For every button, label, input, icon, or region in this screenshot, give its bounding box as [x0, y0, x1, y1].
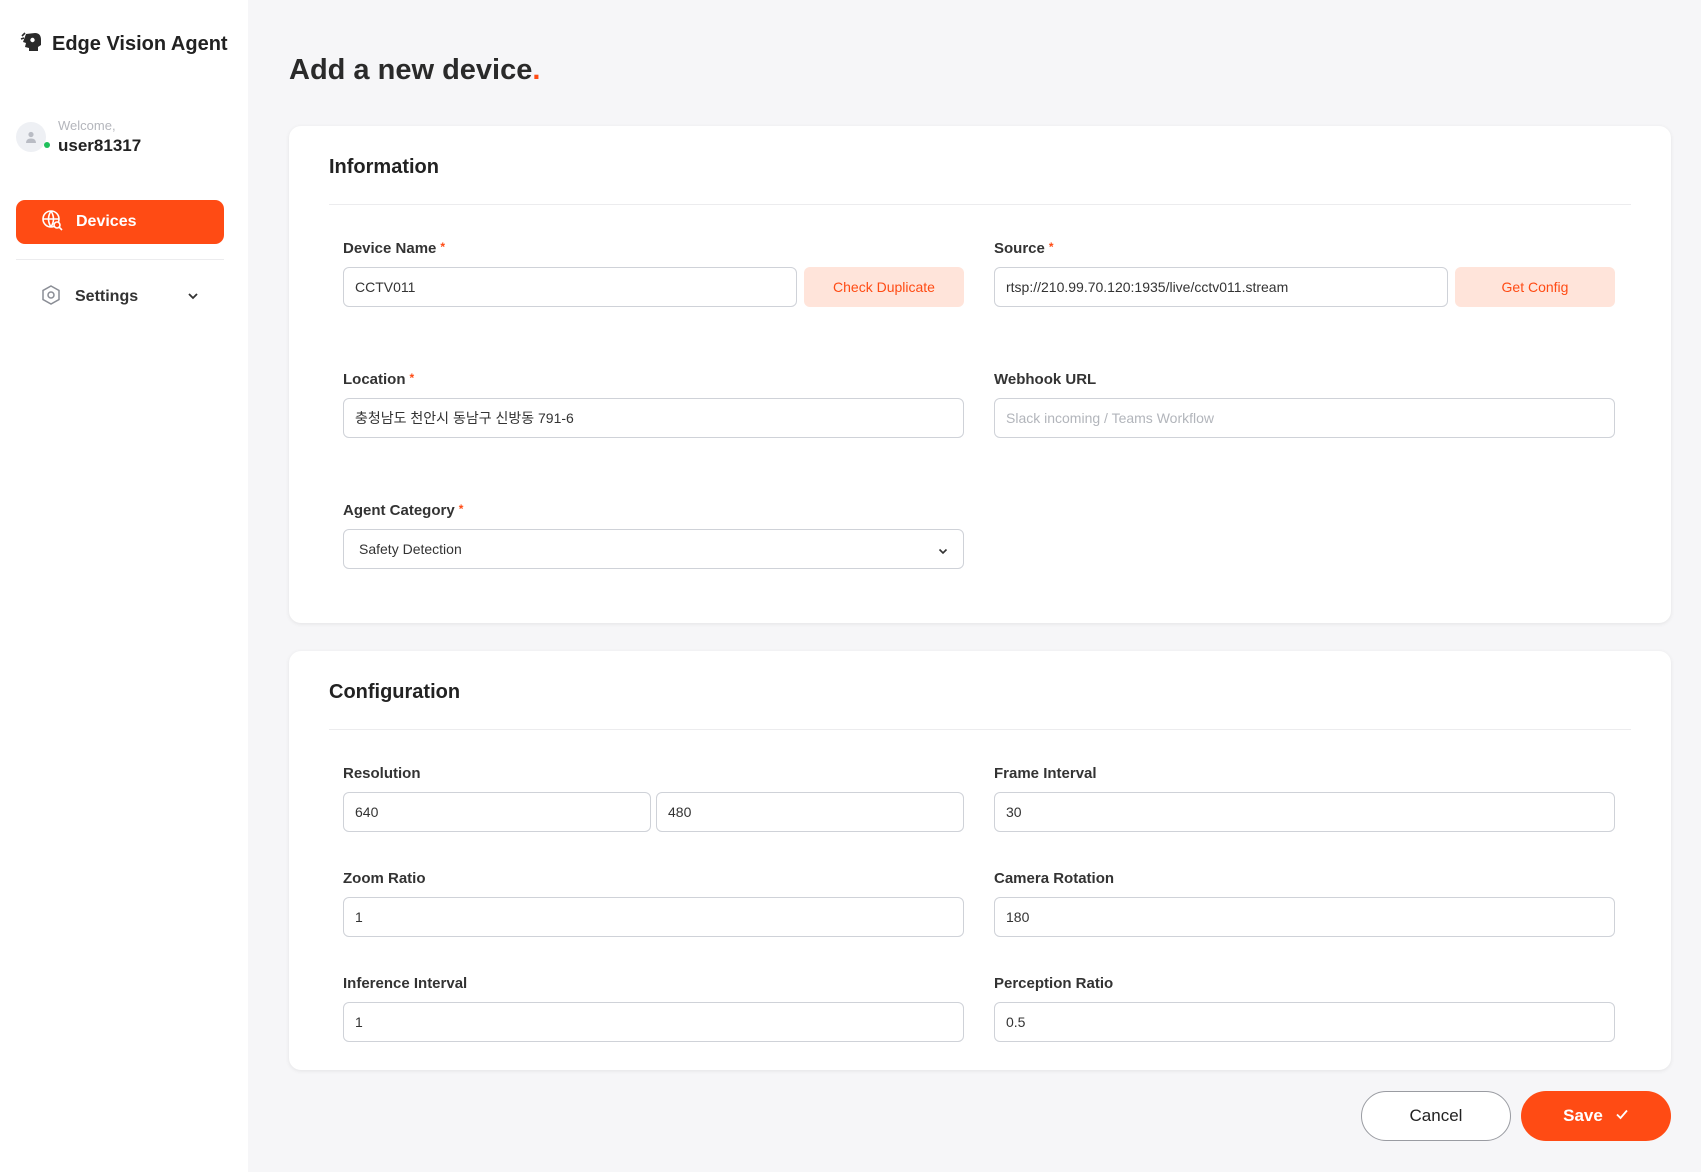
frame-interval-label: Frame Interval: [994, 765, 1097, 782]
user-profile: Welcome, user81317: [16, 118, 141, 156]
get-config-button[interactable]: Get Config: [1455, 267, 1615, 307]
avatar: [16, 122, 50, 152]
sidebar: Edge Vision Agent Welcome, user81317 Dev…: [0, 0, 248, 1172]
welcome-text: Welcome,: [58, 118, 116, 133]
source-label: Source *: [994, 240, 1054, 257]
check-duplicate-button[interactable]: Check Duplicate: [804, 267, 964, 307]
sidebar-item-label: Devices: [76, 213, 137, 230]
required-mark: *: [409, 371, 415, 385]
agent-category-value: Safety Detection: [359, 541, 462, 557]
page-title-accent: .: [532, 54, 541, 86]
location-label: Location *: [343, 371, 414, 388]
brand[interactable]: Edge Vision Agent: [20, 30, 228, 59]
hexagon-gear-icon: [40, 284, 62, 311]
sidebar-item-devices[interactable]: Devices: [16, 200, 224, 244]
agent-category-label-text: Agent Category: [343, 502, 455, 519]
save-button[interactable]: Save: [1521, 1091, 1671, 1141]
cancel-button[interactable]: Cancel: [1361, 1091, 1511, 1141]
chevron-down-icon: [186, 289, 200, 308]
configuration-divider: [329, 729, 1631, 730]
page-title: Add a new device.: [289, 54, 540, 87]
agent-category-select[interactable]: Safety Detection: [343, 529, 964, 569]
resolution-height-input[interactable]: [656, 792, 964, 832]
username: user81317: [58, 136, 142, 155]
brand-name: Edge Vision Agent: [52, 33, 228, 55]
device-name-label-text: Device Name: [343, 240, 437, 257]
resolution-label: Resolution: [343, 765, 421, 782]
device-name-label: Device Name *: [343, 240, 445, 257]
frame-interval-input[interactable]: [994, 792, 1615, 832]
configuration-title: Configuration: [329, 681, 461, 703]
user-icon: [26, 131, 36, 143]
webhook-url-label: Webhook URL: [994, 371, 1097, 388]
globe-search-icon: [40, 208, 64, 237]
resolution-width-input[interactable]: [343, 792, 651, 832]
location-label-text: Location: [343, 371, 406, 388]
inference-interval-label: Inference Interval: [343, 975, 468, 992]
camera-rotation-label: Camera Rotation: [994, 870, 1115, 887]
perception-ratio-input[interactable]: [994, 1002, 1615, 1042]
source-input[interactable]: [994, 267, 1448, 307]
information-card: Information Device Name* Check Duplicate…: [289, 126, 1671, 623]
information-title: Information: [329, 156, 439, 178]
sidebar-item-settings[interactable]: Settings: [16, 280, 224, 314]
nav-divider: [16, 259, 224, 260]
sidebar-item-label: Settings: [75, 288, 139, 305]
online-status-dot: [44, 142, 50, 148]
webhook-url-input[interactable]: [994, 398, 1615, 438]
page-title-text: Add a new device: [289, 54, 533, 86]
perception-ratio-label: Perception Ratio: [994, 975, 1114, 992]
camera-rotation-input[interactable]: [994, 897, 1615, 937]
required-mark: *: [1048, 240, 1054, 254]
configuration-card: Configuration Resolution Frame Interval …: [289, 651, 1671, 1070]
check-icon: [1615, 1106, 1629, 1126]
zoom-ratio-label: Zoom Ratio: [343, 870, 426, 887]
required-mark: *: [440, 240, 446, 254]
robot-face-icon: [20, 30, 44, 59]
location-input[interactable]: [343, 398, 964, 438]
chevron-down-icon: [937, 544, 949, 560]
information-divider: [329, 204, 1631, 205]
inference-interval-input[interactable]: [343, 1002, 964, 1042]
agent-category-label: Agent Category *: [343, 502, 463, 519]
zoom-ratio-input[interactable]: [343, 897, 964, 937]
source-label-text: Source: [994, 240, 1045, 257]
required-mark: *: [458, 502, 464, 516]
save-button-label: Save: [1563, 1106, 1603, 1125]
device-name-input[interactable]: [343, 267, 797, 307]
